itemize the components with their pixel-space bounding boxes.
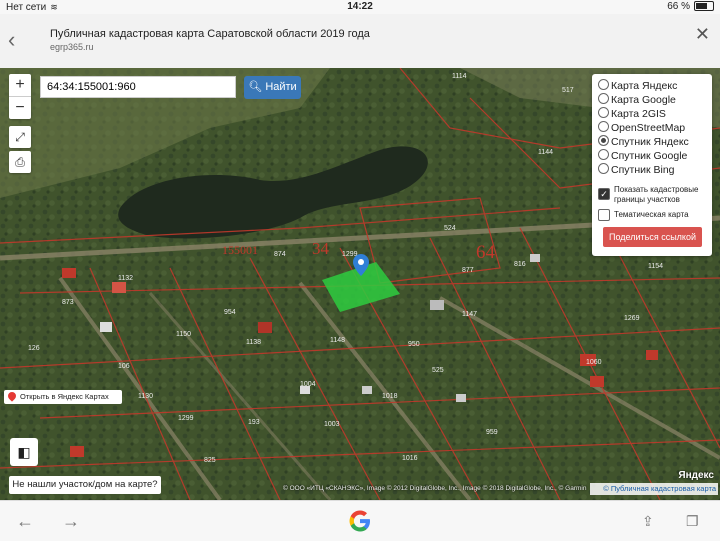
parcel-label: 517 bbox=[562, 87, 574, 94]
battery-fill bbox=[696, 3, 707, 10]
parcel-label: 126 bbox=[28, 345, 40, 352]
cadastral-number-input[interactable] bbox=[40, 76, 236, 98]
battery-icon bbox=[694, 1, 714, 12]
layer-option[interactable]: Карта Google bbox=[598, 93, 676, 107]
map-pin-icon bbox=[6, 390, 18, 402]
layer-option[interactable]: OpenStreetMap bbox=[598, 121, 685, 135]
layer-option-label: OpenStreetMap bbox=[611, 122, 686, 134]
parcel-label: 877 bbox=[462, 267, 474, 274]
fullscreen-icon[interactable]: ⤢ bbox=[9, 126, 31, 148]
cadastral-map-link[interactable]: © Публичная кадастровая карта bbox=[590, 483, 718, 495]
share-icon[interactable]: ⇪ bbox=[642, 513, 654, 530]
thematic-map-label: Тематическая карта bbox=[614, 210, 689, 219]
thematic-map-checkbox[interactable] bbox=[598, 209, 610, 221]
open-in-yandex-link[interactable]: Открыть в Яндекс Картах bbox=[4, 390, 122, 404]
layer-option-label: Карта Яндекс bbox=[611, 80, 678, 92]
back-chevron-icon[interactable]: ‹ bbox=[8, 28, 28, 52]
page-title: Публичная кадастровая карта Саратовской … bbox=[50, 28, 370, 40]
parcel-label: 1004 bbox=[300, 381, 316, 388]
parcel-label: 874 bbox=[274, 251, 286, 258]
zoom-out-button[interactable]: − bbox=[9, 96, 31, 119]
layers-toggle-icon[interactable]: ◧ bbox=[10, 438, 38, 466]
battery-indicator: 66 % bbox=[667, 0, 714, 14]
close-icon[interactable]: ✕ bbox=[695, 24, 710, 45]
parcel-label: 1060 bbox=[586, 359, 602, 366]
layer-option-label: Карта Google bbox=[611, 94, 676, 106]
layer-option-label: Спутник Яндекс bbox=[611, 136, 689, 148]
parcel-label: 959 bbox=[486, 429, 498, 436]
layer-option-label: Карта 2GIS bbox=[611, 108, 666, 120]
forward-arrow-icon[interactable]: → bbox=[62, 511, 80, 532]
map-marker-icon[interactable] bbox=[353, 254, 369, 276]
radio-icon bbox=[598, 93, 609, 104]
google-logo[interactable] bbox=[347, 508, 373, 534]
show-borders-label: Показать кадастровые границы участков bbox=[614, 185, 699, 204]
share-link-button[interactable]: Поделиться ссылкой bbox=[603, 227, 702, 247]
region-label: 64 bbox=[476, 242, 496, 263]
parcel-label: 1132 bbox=[118, 275, 133, 282]
zoom-in-button[interactable]: + bbox=[9, 74, 31, 96]
layer-option-label: Спутник Google bbox=[611, 150, 688, 162]
open-in-yandex-label: Открыть в Яндекс Картах bbox=[20, 392, 109, 401]
parcel-label: 1003 bbox=[324, 421, 340, 428]
parcel-label: 1016 bbox=[402, 455, 418, 462]
parcel-label: 950 bbox=[408, 341, 420, 348]
parcel-label: 1114 bbox=[452, 73, 467, 80]
parcel-label: 825 bbox=[204, 457, 216, 464]
radio-icon bbox=[598, 107, 609, 118]
back-arrow-icon[interactable]: ← bbox=[16, 511, 34, 532]
parcel-label: 1018 bbox=[382, 393, 398, 400]
layer-option-label: Спутник Bing bbox=[611, 164, 675, 176]
layer-option[interactable]: Спутник Bing bbox=[598, 163, 675, 177]
parcel-label: 1299 bbox=[178, 415, 194, 422]
parcel-label: 816 bbox=[514, 261, 526, 268]
parcel-label: 1269 bbox=[624, 315, 640, 322]
yandex-logo: Яндекс bbox=[678, 470, 714, 481]
parcel-label: 1150 bbox=[176, 331, 191, 338]
radio-icon bbox=[598, 121, 609, 132]
browser-toolbar: ← → ⇪ ❐ bbox=[0, 500, 720, 541]
zoom-control: + − bbox=[9, 74, 31, 119]
radio-icon bbox=[598, 79, 609, 90]
layer-option[interactable]: Спутник Google bbox=[598, 149, 687, 163]
parcel-label: 1147 bbox=[462, 311, 477, 318]
address-bar[interactable]: Публичная кадастровая карта Саратовской … bbox=[36, 20, 710, 60]
not-found-button[interactable]: Не нашли участок/дом на карте? bbox=[9, 476, 161, 494]
status-bar: Нет сети ≋ 14:22 66 % bbox=[0, 0, 720, 14]
parcel-label: 873 bbox=[62, 299, 74, 306]
layer-option[interactable]: Карта 2GIS bbox=[598, 107, 666, 121]
parcel-label: 1144 bbox=[538, 149, 553, 156]
search-button[interactable]: 🔍︎ Найти bbox=[244, 76, 301, 99]
map-layers-panel: Карта Яндекс Карта Google Карта 2GIS Ope… bbox=[592, 74, 712, 256]
parcel-label: 193 bbox=[248, 419, 260, 426]
region-label: 34 bbox=[312, 239, 330, 258]
radio-icon bbox=[598, 163, 609, 174]
browser-header: ‹ Публичная кадастровая карта Саратовско… bbox=[0, 14, 720, 69]
parcel-label: 524 bbox=[444, 225, 456, 232]
print-icon[interactable]: ⎙ bbox=[9, 151, 31, 173]
layer-option[interactable]: Спутник Яндекс bbox=[598, 135, 689, 149]
parcel-label: 106 bbox=[118, 363, 130, 370]
region-label: 155001 bbox=[222, 243, 258, 257]
radio-selected-icon bbox=[598, 135, 609, 146]
radio-icon bbox=[598, 149, 609, 160]
parcel-label: 1154 bbox=[648, 263, 663, 270]
show-borders-checkbox[interactable]: ✓ bbox=[598, 188, 610, 200]
map-copyright: © ООО «ИТЦ «СКАНЭКС», Image © 2012 Digit… bbox=[283, 485, 587, 492]
page-domain: egrp365.ru bbox=[50, 42, 94, 52]
layer-option[interactable]: Карта Яндекс bbox=[598, 79, 677, 93]
parcel-label: 1148 bbox=[330, 337, 345, 344]
search-icon: 🔍︎ bbox=[248, 81, 263, 93]
parcel-label: 1130 bbox=[138, 393, 153, 400]
status-time: 14:22 bbox=[347, 1, 373, 12]
parcel-label: 1138 bbox=[246, 339, 261, 346]
parcel-label: 525 bbox=[432, 367, 444, 374]
parcel-label: 954 bbox=[224, 309, 236, 316]
tabs-icon[interactable]: ❐ bbox=[686, 513, 699, 530]
search-button-label: Найти bbox=[265, 81, 297, 93]
